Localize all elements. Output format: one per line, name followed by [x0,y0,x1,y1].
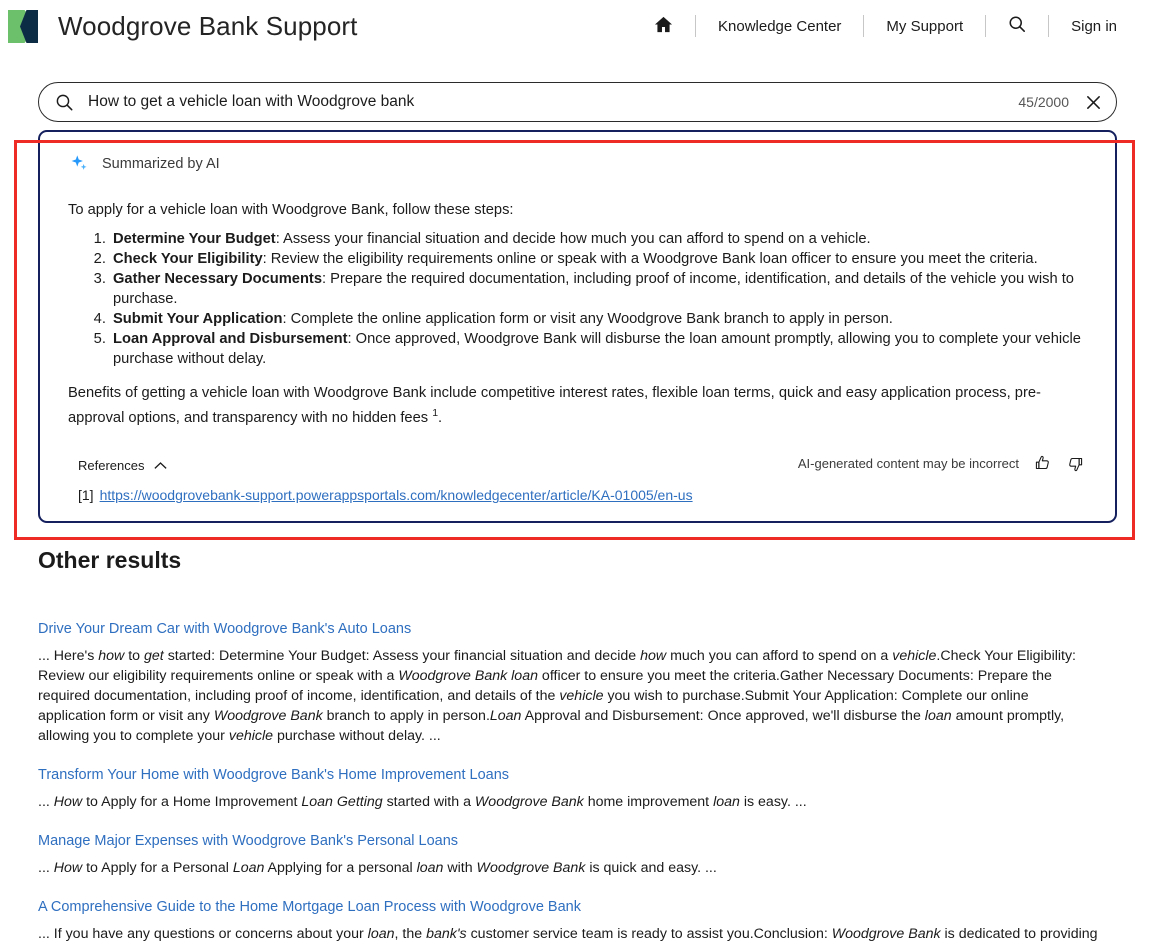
result-snippet: ... Here's how to get started: Determine… [38,646,1100,746]
reference-item: [1] https://woodgrovebank-support.powera… [78,487,1089,503]
list-item: Drive Your Dream Car with Woodgrove Bank… [38,620,1117,746]
nav-home-button[interactable] [632,13,695,39]
list-item: Gather Necessary Documents: Prepare the … [110,269,1089,309]
step-title: Determine Your Budget [113,231,276,247]
woodgrove-logo[interactable] [4,7,42,45]
chevron-up-icon[interactable] [153,460,168,472]
references-label: References [78,458,144,473]
search-bar[interactable]: How to get a vehicle loan with Woodgrove… [38,82,1117,122]
ai-summary-label: Summarized by AI [102,156,220,172]
thumbs-down-icon[interactable] [1066,454,1085,473]
ai-summary-card: Summarized by AI To apply for a vehicle … [38,130,1117,523]
ai-summary-footer: References [1] https://woodgrovebank-sup… [66,458,1089,503]
list-item: Manage Major Expenses with Woodgrove Ban… [38,832,1117,878]
result-snippet: ... If you have any questions or concern… [38,924,1100,949]
site-header: Woodgrove Bank Support Knowledge Center … [0,0,1149,52]
step-title: Check Your Eligibility [113,251,263,267]
home-icon [654,15,673,38]
result-snippet: ... How to Apply for a Personal Loan App… [38,858,1100,878]
step-title: Gather Necessary Documents [113,271,322,287]
ai-summary-benefits: Benefits of getting a vehicle loan with … [68,383,1068,428]
list-item: Determine Your Budget: Assess your finan… [110,229,1089,249]
benefits-text: Benefits of getting a vehicle loan with … [68,385,1041,426]
reference-link[interactable]: https://woodgrovebank-support.powerappsp… [100,487,693,503]
ai-summary-header: Summarized by AI [66,154,1089,174]
other-results-heading: Other results [38,547,1117,574]
ai-summary-steps-list: Determine Your Budget: Assess your finan… [66,229,1089,369]
ai-feedback-controls: AI-generated content may be incorrect [798,454,1085,473]
step-text: : Complete the online application form o… [282,311,892,327]
sparkle-icon [70,154,90,174]
nav-sign-in-link[interactable]: Sign in [1049,13,1139,39]
nav-my-support-link[interactable]: My Support [864,13,985,39]
list-item: Transform Your Home with Woodgrove Bank'… [38,766,1117,812]
close-icon[interactable] [1085,94,1102,111]
page-title: Woodgrove Bank Support [58,11,357,42]
ai-disclaimer-text: AI-generated content may be incorrect [798,456,1019,471]
result-snippet: ... How to Apply for a Home Improvement … [38,792,1100,812]
step-title: Loan Approval and Disbursement [113,331,348,347]
reference-number: [1] [78,487,94,503]
nav-search-button[interactable] [986,13,1048,39]
header-nav: Knowledge Center My Support Sign in [632,0,1149,52]
search-char-counter: 45/2000 [1018,94,1069,110]
search-input[interactable]: How to get a vehicle loan with Woodgrove… [88,93,1018,111]
search-icon [1008,15,1026,37]
result-title-link[interactable]: A Comprehensive Guide to the Home Mortga… [38,899,581,915]
benefits-tail: . [438,410,442,426]
step-text: : Assess your financial situation and de… [276,231,871,247]
search-icon [55,93,74,112]
other-results-section: Other results Drive Your Dream Car with … [38,547,1117,949]
list-item: Loan Approval and Disbursement: Once app… [110,329,1089,369]
result-title-link[interactable]: Manage Major Expenses with Woodgrove Ban… [38,833,458,849]
nav-knowledge-center-link[interactable]: Knowledge Center [696,13,863,39]
list-item: A Comprehensive Guide to the Home Mortga… [38,898,1117,949]
ai-summary-intro: To apply for a vehicle loan with Woodgro… [68,200,1089,221]
list-item: Submit Your Application: Complete the on… [110,309,1089,329]
result-title-link[interactable]: Transform Your Home with Woodgrove Bank'… [38,767,509,783]
thumbs-up-icon[interactable] [1033,454,1052,473]
step-text: : Review the eligibility requirements on… [263,251,1038,267]
result-title-link[interactable]: Drive Your Dream Car with Woodgrove Bank… [38,621,411,637]
list-item: Check Your Eligibility: Review the eligi… [110,249,1089,269]
step-title: Submit Your Application [113,311,282,327]
